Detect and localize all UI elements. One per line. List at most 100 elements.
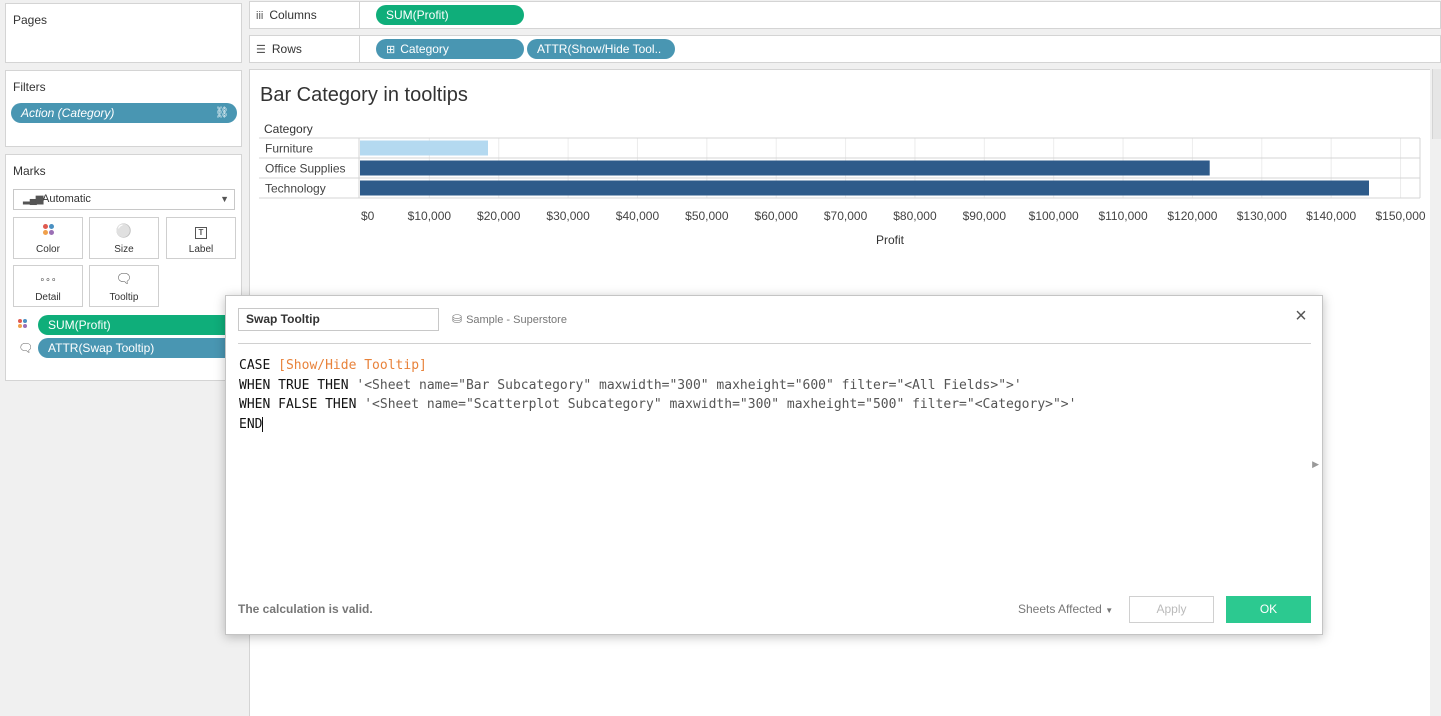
size-button[interactable]: ⚪ Size (89, 217, 159, 259)
filters-pane[interactable]: Filters Action (Category) ⛓ (5, 70, 242, 147)
marks-title: Marks (13, 164, 46, 178)
datasource-label: ⛁ Sample - Superstore (452, 312, 567, 326)
tick-label: $100,000 (1029, 209, 1079, 223)
tooltip-button[interactable]: 🗨 Tooltip (89, 265, 159, 307)
code-line-2: WHEN TRUE THEN '<Sheet name="Bar Subcate… (239, 376, 1299, 396)
datasource-icon: ⛁ (452, 312, 463, 326)
datasource-name: Sample - Superstore (466, 314, 567, 326)
sheets-affected-label: Sheets Affected (1018, 602, 1102, 616)
sum-profit-pill[interactable]: SUM(Profit) (38, 315, 239, 335)
code-line-1: CASE [Show/Hide Tooltip] (239, 356, 1299, 376)
tick-label: $70,000 (824, 209, 868, 223)
tick-label: $40,000 (616, 209, 660, 223)
tick-label: $120,000 (1167, 209, 1217, 223)
rows-pill-attr-show-hide[interactable]: ATTR(Show/Hide Tool.. (527, 39, 675, 59)
columns-shelf[interactable]: iii Columns SUM(Profit) (249, 1, 1441, 29)
sheets-affected-dropdown[interactable]: Sheets Affected ▼ (1018, 602, 1113, 616)
row-header-label: Category (264, 122, 313, 136)
expand-panel-arrow-icon[interactable]: ▶ (1312, 459, 1319, 470)
label-button[interactable]: T Label (166, 217, 236, 259)
chevron-down-icon: ▼ (220, 194, 229, 204)
rows-pill-category[interactable]: ⊞ Category (376, 39, 524, 59)
color-dots-icon (18, 318, 28, 332)
bar-chart: Category Furniture Office Supplies Technolo… (259, 122, 1426, 247)
tick-label: $140,000 (1306, 209, 1356, 223)
bar (360, 160, 1210, 176)
category-label: Technology (265, 182, 326, 196)
calc-status-message: The calculation is valid. (238, 602, 373, 616)
columns-icon: iii (256, 10, 264, 22)
detail-button-label: Detail (35, 292, 61, 303)
color-button[interactable]: Color (13, 217, 83, 259)
filters-title: Filters (13, 80, 46, 94)
calc-name-input[interactable]: Swap Tooltip (238, 308, 439, 331)
pages-title: Pages (13, 13, 48, 27)
tick-label: $90,000 (963, 209, 1007, 223)
close-icon[interactable]: × (1292, 306, 1310, 326)
label-icon: T (167, 224, 235, 239)
tick-label: $20,000 (477, 209, 521, 223)
pages-pane[interactable]: Pages (5, 3, 242, 63)
category-label: Office Supplies (265, 162, 346, 176)
color-dots-icon (14, 224, 82, 238)
code-string: '<Sheet name="Bar Subcategory" maxwidth=… (356, 377, 1022, 393)
bar (360, 140, 488, 156)
filter-pill-label: Action (Category) (21, 106, 115, 120)
code-line-3: WHEN FALSE THEN '<Sheet name="Scatterplo… (239, 395, 1299, 415)
tick-label: $50,000 (685, 209, 729, 223)
code-keyword: CASE (239, 358, 279, 373)
marks-field-swap-tooltip[interactable]: 🗨 ATTR(Swap Tooltip) (18, 338, 239, 358)
calculation-editor-dialog[interactable]: Swap Tooltip ⛁ Sample - Superstore × CASE… (225, 295, 1323, 635)
columns-shelf-label: iii Columns (250, 2, 360, 28)
tick-label: $110,000 (1098, 209, 1147, 223)
apply-button[interactable]: Apply (1129, 596, 1214, 623)
bar-chart-icon: ▂▄▆ (23, 194, 43, 205)
text-caret (262, 416, 264, 432)
mark-type-dropdown[interactable]: ▂▄▆ Automatic ▼ (13, 189, 235, 210)
size-icon: ⚪ (115, 223, 133, 238)
tooltip-bubble-icon: 🗨 (115, 271, 133, 286)
tooltip-bubble-icon: 🗨 (18, 341, 34, 355)
label-button-label: Label (188, 244, 214, 255)
mark-type-value: Automatic (42, 193, 91, 205)
dialog-divider (238, 343, 1311, 344)
code-line-4: END (239, 415, 1299, 435)
marks-field-sum-profit[interactable]: SUM(Profit) (18, 315, 239, 335)
ok-button[interactable]: OK (1226, 596, 1311, 623)
bar (360, 180, 1369, 196)
rows-shelf[interactable]: ☰ Rows ⊞ Category ATTR(Show/Hide Tool.. (249, 35, 1441, 63)
tick-label: $150,000 (1375, 209, 1425, 223)
marks-pane[interactable]: Marks ▂▄▆ Automatic ▼ Color ⚪ Size T Lab… (5, 154, 242, 381)
formula-editor[interactable]: CASE [Show/Hide Tooltip] WHEN TRUE THEN … (239, 356, 1299, 586)
tick-label: $130,000 (1237, 209, 1287, 223)
link-icon: ⛓ (215, 107, 229, 119)
code-keyword: WHEN TRUE THEN (239, 377, 357, 393)
color-button-label: Color (36, 244, 60, 255)
detail-dots-icon: ∘∘∘ (39, 274, 57, 284)
tooltip-button-label: Tooltip (109, 292, 139, 303)
category-label: Furniture (265, 142, 313, 156)
filter-pill-action-category[interactable]: Action (Category) ⛓ (11, 103, 237, 123)
expand-plus-icon: ⊞ (386, 44, 396, 56)
code-keyword: END (239, 416, 263, 432)
tick-label: $10,000 (408, 209, 452, 223)
tick-label: $80,000 (893, 209, 937, 223)
rows-shelf-label: ☰ Rows (250, 36, 360, 62)
size-button-label: Size (114, 244, 134, 255)
code-field-reference: [Show/Hide Tooltip] (278, 358, 427, 373)
tick-label: $30,000 (546, 209, 590, 223)
x-axis-title: Profit (876, 233, 905, 247)
tick-label: $0 (361, 209, 375, 223)
rows-icon: ☰ (256, 44, 266, 56)
columns-pill-sum-profit[interactable]: SUM(Profit) (376, 5, 524, 25)
swap-tooltip-pill[interactable]: ATTR(Swap Tooltip) (38, 338, 239, 358)
code-string: '<Sheet name="Scatterplot Subcategory" m… (364, 397, 1077, 412)
caret-down-icon: ▼ (1105, 606, 1114, 615)
tick-label: $60,000 (755, 209, 799, 223)
vertical-scrollbar[interactable] (1432, 69, 1441, 139)
rows-label-text: Rows (271, 42, 302, 56)
rows-pill-category-label: Category (400, 42, 449, 56)
columns-label-text: Columns (269, 8, 317, 22)
code-keyword: WHEN FALSE THEN (239, 397, 365, 412)
detail-button[interactable]: ∘∘∘ Detail (13, 265, 83, 307)
